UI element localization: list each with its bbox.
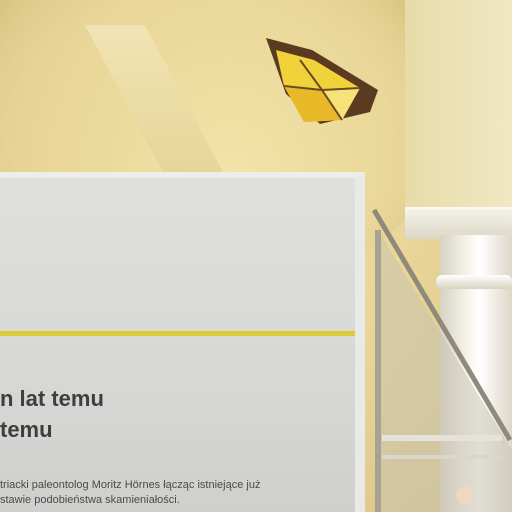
panel-body-text: triacki paleontolog Moritz Hörnes łącząc…	[0, 478, 350, 508]
display-case-shape	[371, 208, 512, 512]
museum-scene: n lat temu temu triacki paleontolog Mori…	[0, 0, 512, 512]
case-glass	[378, 230, 512, 512]
case-shelf-2	[382, 455, 502, 459]
case-exhibit	[456, 486, 474, 504]
panel-heading-line: n lat temu	[0, 386, 104, 411]
right-wall	[405, 0, 512, 215]
panel-body-line: stawie podobieństwa skamieniałości.	[0, 494, 180, 506]
panel-yellow-stripe	[0, 331, 355, 336]
glass-display-case	[360, 190, 512, 512]
panel-heading: n lat temu temu	[0, 383, 350, 445]
panel-heading-line: temu	[0, 417, 53, 442]
case-shelf	[382, 435, 502, 441]
ceiling-lamp-shape	[266, 38, 378, 124]
exhibition-panel: n lat temu temu triacki paleontolog Mori…	[0, 172, 365, 512]
ceiling-lamp	[262, 32, 384, 130]
panel-body-line: triacki paleontolog Moritz Hörnes łącząc…	[0, 479, 261, 491]
